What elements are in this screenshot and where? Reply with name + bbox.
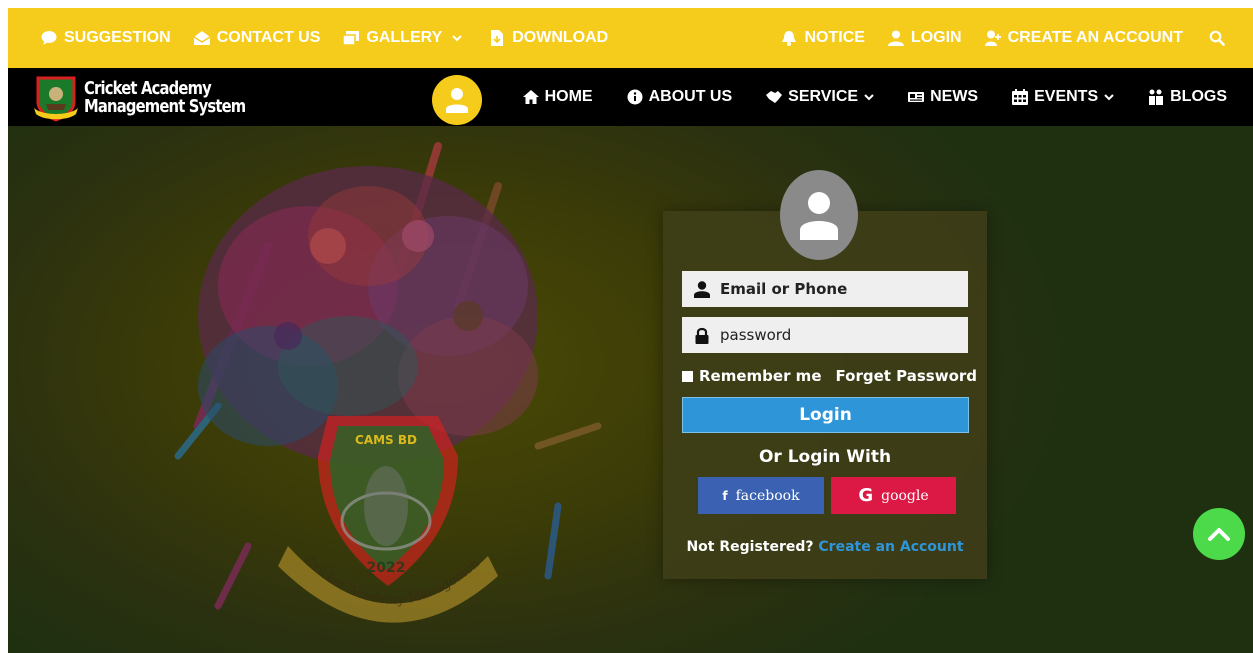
page-frame: SUGGESTION CONTACT US GALLERY DOWNLOAD N…	[8, 8, 1253, 653]
blog-icon	[1149, 89, 1164, 105]
facebook-label: facebook	[735, 487, 800, 504]
register-prompt: Not Registered? Create an Account	[663, 539, 987, 555]
email-field-wrapper	[682, 271, 968, 307]
remember-checkbox[interactable]	[682, 370, 693, 382]
facebook-login-button[interactable]: f facebook	[698, 477, 824, 514]
chevron-down-icon	[448, 29, 466, 47]
nav-links: HOME ABOUT US SERVICE NEWS EVENTS BLOGS	[522, 68, 1227, 126]
chevron-down-icon	[864, 94, 874, 101]
search-icon	[1205, 26, 1229, 50]
login-button[interactable]: Login	[682, 397, 969, 433]
not-registered-text: Not Registered?	[686, 539, 814, 555]
envelope-open-icon	[193, 29, 211, 47]
facebook-icon: f	[722, 488, 728, 503]
nav-link-label: BLOGS	[1170, 88, 1227, 105]
cricket-emblem-illustration: CAMS BD 2022 Cricket Academy Management …	[158, 126, 602, 623]
nav-link-label: SERVICE	[788, 88, 859, 105]
chevron-down-icon	[1104, 94, 1114, 101]
google-icon: G	[858, 485, 874, 506]
nav-link-home[interactable]: HOME	[522, 88, 593, 106]
file-download-icon	[488, 29, 506, 47]
top-link-label: LOGIN	[910, 29, 962, 46]
top-link-suggestion[interactable]: SUGGESTION	[40, 29, 171, 47]
top-bar: SUGGESTION CONTACT US GALLERY DOWNLOAD N…	[8, 8, 1253, 68]
nav-link-service[interactable]: SERVICE	[766, 88, 874, 106]
nav-link-label: NEWS	[930, 88, 979, 105]
search-button[interactable]	[1205, 26, 1229, 50]
emblem-text: CAMS BD	[355, 433, 417, 447]
nav-user-avatar[interactable]	[432, 75, 482, 125]
chat-bubble-icon	[40, 29, 58, 47]
user-icon	[887, 29, 905, 47]
home-icon	[522, 90, 539, 104]
top-link-label: GALLERY	[366, 29, 443, 46]
top-link-notice[interactable]: NOTICE	[780, 29, 865, 47]
chevron-up-icon	[1208, 528, 1230, 541]
bell-icon	[780, 29, 798, 47]
create-account-link[interactable]: Create an Account	[818, 539, 963, 555]
user-icon	[694, 280, 710, 298]
top-link-label: DOWNLOAD	[512, 29, 609, 46]
lock-icon	[695, 327, 709, 344]
top-bar-left: SUGGESTION CONTACT US GALLERY DOWNLOAD	[40, 8, 608, 68]
emblem-year: 2022	[367, 560, 406, 576]
calendar-icon	[1012, 89, 1029, 105]
password-field-wrapper	[682, 317, 968, 353]
top-link-label: CREATE AN ACCOUNT	[1007, 29, 1183, 46]
nav-link-label: HOME	[544, 88, 593, 105]
logo-text: Cricket Academy Management System	[84, 80, 246, 117]
top-link-label: SUGGESTION	[64, 29, 171, 46]
login-avatar	[780, 170, 858, 260]
nav-link-events[interactable]: EVENTS	[1012, 88, 1114, 106]
top-link-contact[interactable]: CONTACT US	[193, 29, 321, 47]
logo-line-2: Management System	[84, 96, 246, 117]
top-link-label: CONTACT US	[216, 29, 321, 46]
images-icon	[342, 29, 360, 47]
nav-link-label: EVENTS	[1034, 88, 1099, 105]
hero-section: CAMS BD 2022 Cricket Academy Management …	[8, 126, 1253, 653]
top-link-login[interactable]: LOGIN	[887, 29, 962, 47]
nav-link-label: ABOUT US	[648, 88, 733, 105]
forget-password-link[interactable]: Forget Password	[836, 367, 978, 385]
nav-link-news[interactable]: NEWS	[908, 88, 978, 106]
user-icon	[800, 192, 838, 240]
handshake-icon	[766, 91, 783, 103]
user-plus-icon	[984, 29, 1002, 47]
login-card: Remember me Forget Password Login Or Log…	[663, 170, 987, 579]
top-link-download[interactable]: DOWNLOAD	[488, 29, 608, 47]
logo-emblem-icon	[34, 76, 78, 122]
google-label: google	[881, 487, 929, 504]
top-link-gallery[interactable]: GALLERY	[342, 29, 466, 47]
google-login-button[interactable]: G google	[831, 477, 956, 514]
nav-link-about[interactable]: ABOUT US	[627, 88, 733, 106]
remember-row: Remember me Forget Password	[682, 365, 977, 387]
remember-label[interactable]: Remember me	[699, 367, 822, 385]
top-link-label: NOTICE	[804, 29, 865, 46]
nav-link-blogs[interactable]: BLOGS	[1148, 88, 1227, 106]
site-logo[interactable]: Cricket Academy Management System	[34, 72, 281, 124]
user-icon	[446, 88, 468, 113]
top-bar-right: NOTICE LOGIN CREATE AN ACCOUNT	[780, 8, 1229, 68]
info-circle-icon	[627, 89, 643, 105]
main-nav: Cricket Academy Management System HOME A…	[8, 68, 1253, 126]
scroll-to-top-button[interactable]	[1193, 508, 1245, 560]
password-input[interactable]	[720, 326, 960, 344]
or-login-with-label: Or Login With	[758, 447, 892, 467]
top-link-create-account[interactable]: CREATE AN ACCOUNT	[984, 29, 1183, 47]
email-input[interactable]	[720, 280, 960, 298]
newspaper-icon	[908, 92, 925, 102]
